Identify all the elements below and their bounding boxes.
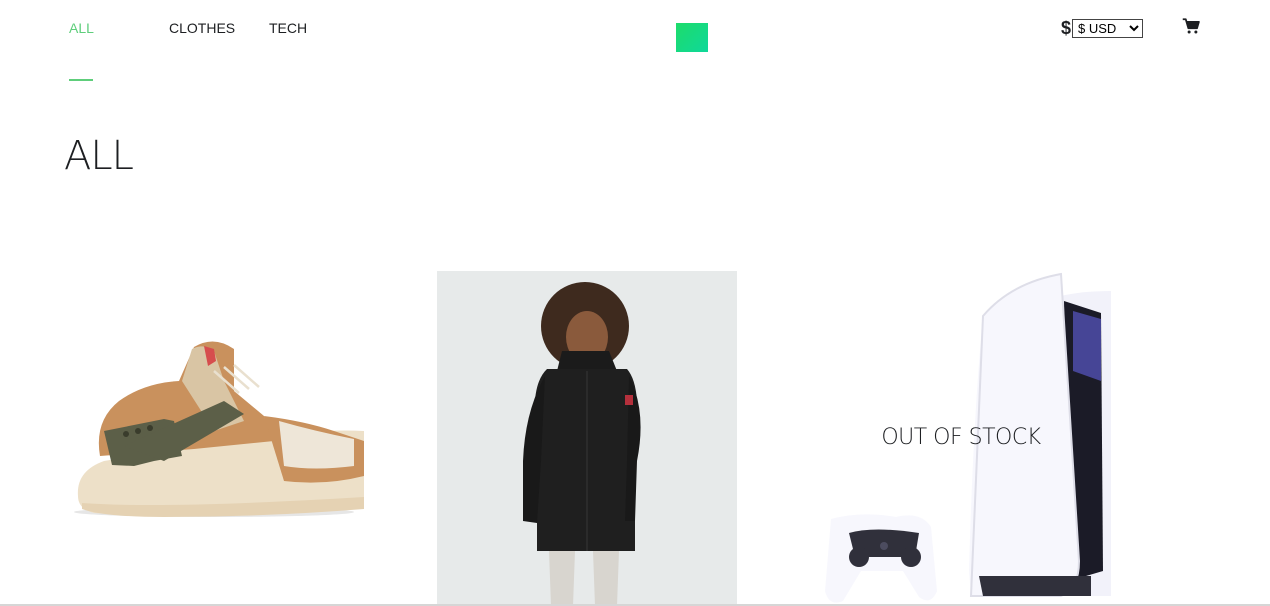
- nav-category-tech[interactable]: TECH: [269, 20, 307, 36]
- product-card[interactable]: OUT OF STOCK: [811, 271, 1111, 606]
- top-navigation: ALL CLOTHES TECH $ $ USD: [0, 0, 1270, 81]
- cart-icon[interactable]: [1182, 17, 1200, 35]
- nav-category-clothes[interactable]: CLOTHES: [169, 20, 235, 36]
- sneaker-image: [74, 341, 364, 517]
- nav-category-all[interactable]: ALL: [69, 20, 94, 36]
- out-of-stock-label: OUT OF STOCK: [881, 425, 1041, 450]
- coat-image: [437, 271, 737, 606]
- product-card[interactable]: [437, 271, 737, 606]
- brand-logo-icon[interactable]: [676, 23, 708, 52]
- active-category-underline: [69, 79, 93, 81]
- currency-select[interactable]: $ USD: [1072, 19, 1144, 38]
- currency-symbol: $: [1061, 18, 1072, 38]
- currency-switcher: $ $ USD: [1061, 18, 1144, 39]
- product-card[interactable]: [64, 271, 364, 606]
- category-title: ALL: [64, 133, 134, 179]
